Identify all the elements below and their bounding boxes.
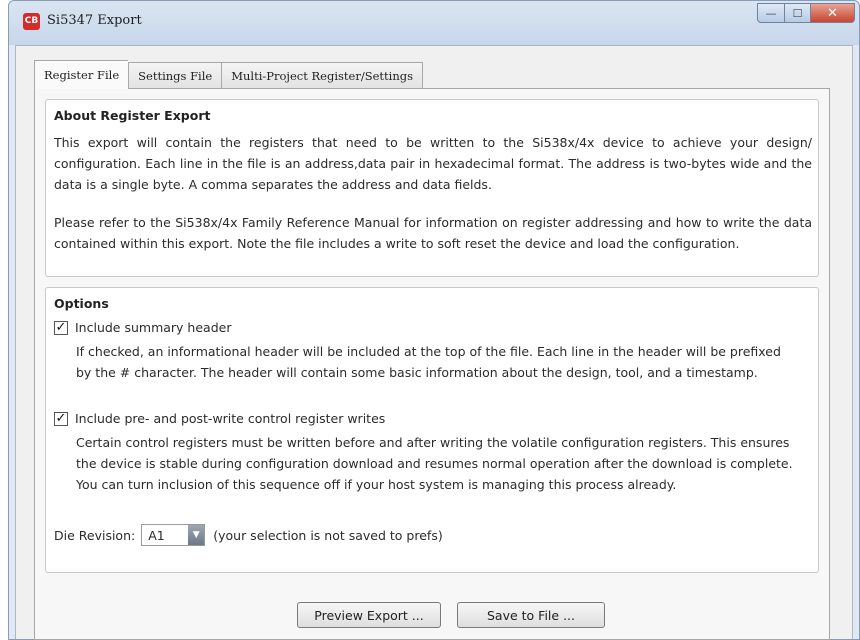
pre-post-writes-checkbox[interactable]: ✓ [54,411,68,426]
die-revision-note: (your selection is not saved to prefs) [213,527,443,543]
title-bar[interactable]: CB Si5347 Export — ☐ ✕ [9,1,859,45]
tab-strip: Register File Settings File Multi-Projec… [34,60,423,89]
tab-settings-file[interactable]: Settings File [128,62,222,88]
window-title: Si5347 Export [47,13,142,28]
die-revision-row: Die Revision: A1 ▼ (your selection is no… [54,524,443,546]
app-logo-icon: CB [23,13,40,30]
summary-header-description: If checked, an informational header will… [76,344,781,380]
save-to-file-button[interactable]: Save to File ... [457,602,605,628]
close-button[interactable]: ✕ [811,3,855,23]
options-box: Options ✓ Include summary header If chec… [45,287,819,573]
pre-post-writes-option[interactable]: ✓ Include pre- and post-write control re… [54,411,385,426]
tab-multi-project[interactable]: Multi-Project Register/Settings [221,62,423,88]
maximize-button[interactable]: ☐ [785,3,811,23]
about-paragraph-2: Please refer to the Si538x/4x Family Ref… [54,215,812,251]
pre-post-writes-label[interactable]: Include pre- and post-write control regi… [75,411,385,426]
die-revision-select[interactable]: A1 ▼ [141,524,206,546]
summary-header-checkbox[interactable]: ✓ [54,320,68,335]
about-paragraph-1: This export will contain the registers t… [54,135,812,192]
pre-post-writes-description: Certain control registers must be writte… [76,435,793,492]
about-register-export-box: About Register Export This export will c… [45,99,819,277]
dialog-client-area: Register File Settings File Multi-Projec… [15,45,853,640]
export-dialog-window: CB Si5347 Export — ☐ ✕ Register File Set… [8,0,860,640]
preview-export-button[interactable]: Preview Export ... [297,602,441,628]
die-revision-value[interactable]: A1 [142,528,188,543]
summary-header-label[interactable]: Include summary header [75,320,231,335]
minimize-button[interactable]: — [757,3,785,23]
dropdown-arrow-icon[interactable]: ▼ [188,525,205,545]
tab-register-file[interactable]: Register File [34,60,129,89]
summary-header-option[interactable]: ✓ Include summary header [54,320,231,335]
die-revision-label: Die Revision: [54,527,136,543]
about-title: About Register Export [54,108,211,123]
options-title: Options [54,296,109,311]
register-file-panel: About Register Export This export will c… [34,88,830,640]
window-controls: — ☐ ✕ [757,3,855,23]
